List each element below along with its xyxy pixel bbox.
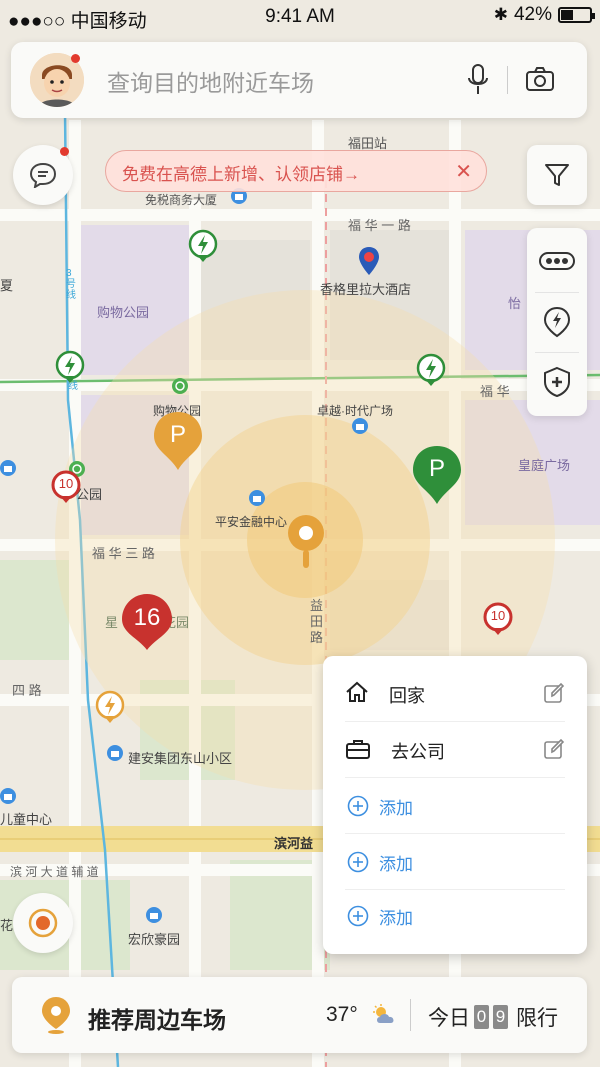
charging-filter-icon[interactable] [543,306,571,338]
add-label: 添加 [379,799,413,818]
restriction-digit: 0 [474,1005,489,1029]
promo-banner[interactable]: 免费在高德上新增、认领店铺→ ✕ [105,150,487,192]
nearby-parking-title[interactable]: 推荐周边车场 [88,1001,226,1035]
chat-icon [29,162,57,188]
label-fuhua-right: 福 华 [480,384,510,399]
speed-limit-value: 10 [58,476,74,491]
favorite-company-row[interactable]: 去公司 [345,722,565,778]
parking-label: P [428,455,445,482]
charging-station-icon[interactable] [415,353,447,389]
location-pin-icon [42,997,70,1034]
add-circle-icon [347,795,369,817]
notification-dot [60,147,69,156]
label-xing: 星 [105,615,119,630]
metro-icon [172,378,188,394]
charging-station-icon[interactable] [54,350,86,386]
add-circle-icon [347,905,369,927]
add-label: 添加 [379,855,413,874]
divider [410,999,411,1031]
label-hua: 花 [0,918,14,933]
message-button[interactable] [13,145,73,205]
filter-icon [545,164,569,186]
building-icon [0,460,16,476]
traffic-icon[interactable] [539,252,575,270]
parking-marker[interactable]: P [411,444,463,506]
microphone-icon[interactable] [467,64,489,96]
add-favorite-row[interactable]: 添加 [345,834,565,890]
close-icon[interactable]: ✕ [455,159,472,184]
divider [535,352,579,353]
label-hongxin: 宏欣豪园 [128,932,181,947]
label-pingan: 平安金融中心 [215,515,288,529]
label-binhe-main: 滨河益 [274,836,314,851]
add-label: 添加 [379,909,413,928]
location-pin-icon[interactable] [285,512,327,570]
camera-icon[interactable] [525,66,555,92]
traffic-restriction[interactable]: 今日 0 9 限行 [428,1002,558,1032]
edit-icon[interactable] [543,738,565,760]
notification-dot [71,54,80,63]
add-favorite-row[interactable]: 添加 [345,888,565,944]
company-label: 去公司 [391,742,445,762]
speed-limit-marker: 10 [50,470,82,506]
building-icon [352,418,368,434]
label-shangrila: 香格里拉大酒店 [320,282,412,297]
label-dutyfree: 免税商务大厦 [145,193,218,207]
status-bar: ●●●○○ 中国移动 9:41 AM ✱ 42% [0,0,600,34]
restriction-digit: 9 [493,1005,508,1029]
charging-station-icon[interactable] [94,690,126,726]
parking-label: P [169,421,186,448]
label-fuhua-3: 福 华 三 路 [92,546,155,561]
label-yi: 怡 [508,296,522,311]
battery-icon [558,7,595,23]
shield-icon[interactable] [543,366,571,398]
hotel-pin-icon[interactable] [357,245,381,277]
banner-text[interactable]: 免费在高德上新增、认领店铺→ [122,160,360,185]
search-input[interactable]: 查询目的地附近车场 [107,64,314,98]
favorite-home-row[interactable]: 回家 [345,666,565,722]
favorites-popup: 回家 去公司 添加 添加 添加 [323,656,587,954]
home-icon [346,681,368,702]
parking-cluster-marker[interactable]: 16 [120,592,174,652]
map-tools-panel [527,228,587,416]
building-icon [249,490,265,506]
label-line3: 3号线 [66,268,76,301]
divider [507,66,508,94]
label-zhuoyue: 卓越·时代广场 [317,404,393,418]
add-favorite-row[interactable]: 添加 [345,778,565,834]
weather-icon [373,1004,394,1023]
building-icon [0,788,16,804]
locate-me-button[interactable] [13,893,73,953]
building-icon [107,745,123,761]
filter-button[interactable] [527,145,587,205]
speed-limit-marker: 10 [482,602,514,638]
label-huangting: 皇庭广场 [518,458,571,473]
today-label: 今日 [428,1007,470,1030]
label-binhe: 滨 河 大 道 辅 道 [10,865,99,879]
temperature: 37° [326,1003,358,1026]
label-children: 儿童中心 [0,812,53,827]
home-label: 回家 [389,686,425,706]
label-mall-park: 购物公园 [97,305,150,320]
restriction-label: 限行 [516,1007,558,1030]
search-bar[interactable]: 查询目的地附近车场 [11,42,587,118]
divider [535,292,579,293]
locate-icon [28,908,58,938]
bluetooth-icon: ✱ [493,5,508,24]
speed-limit-value: 10 [490,608,506,623]
building-icon [146,907,162,923]
nearby-parking-bar[interactable]: 推荐周边车场 37° 今日 0 9 限行 [12,977,587,1053]
label-si-road: 四 路 [12,683,42,698]
label-fuhua-1: 福 华 一 路 [348,218,411,233]
battery-percent: 42% [513,4,552,25]
charging-station-icon[interactable] [187,229,219,265]
briefcase-icon [346,740,370,759]
cluster-count: 16 [133,604,161,631]
label-yitian: 益 田 路 [310,598,324,645]
parking-marker[interactable]: P [152,410,204,472]
edit-icon[interactable] [543,682,565,704]
add-circle-icon [347,851,369,873]
label-ku: 夏 [0,278,14,293]
label-jianan: 建安集团东山小区 [128,751,233,766]
